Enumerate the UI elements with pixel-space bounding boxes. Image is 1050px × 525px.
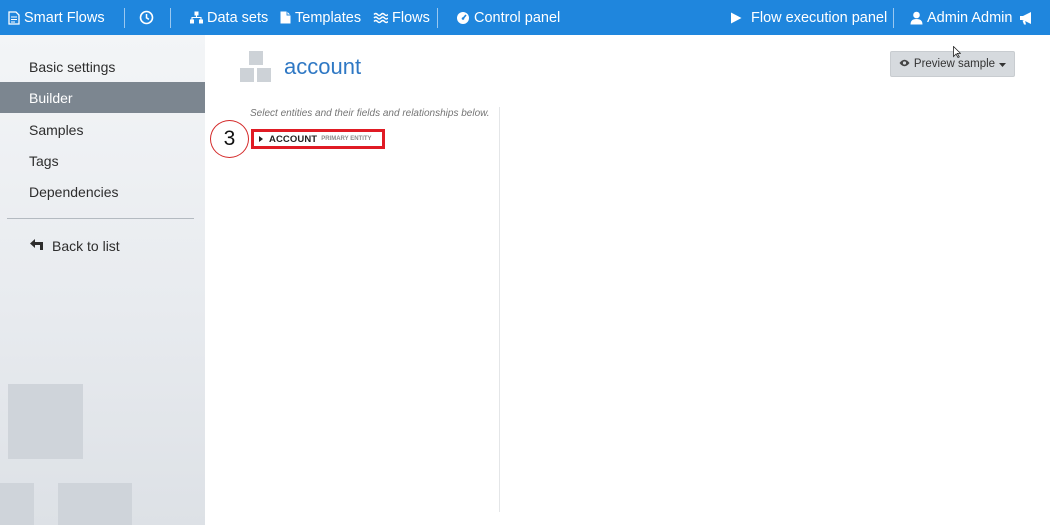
nav-flows[interactable]: Flows [373, 0, 430, 35]
nav-flow-execution-label: Flow execution panel [751, 9, 888, 26]
announcements-button[interactable] [1019, 0, 1035, 35]
decorative-square [8, 384, 83, 459]
caret-down-icon [999, 58, 1007, 70]
user-menu[interactable]: Admin Admin [910, 0, 1012, 35]
decorative-square [0, 483, 34, 525]
nav-templates-label: Templates [295, 9, 362, 26]
sidebar-item-samples[interactable]: Samples [0, 114, 205, 145]
nav-divider [170, 8, 171, 28]
nav-flow-execution[interactable]: Flow execution panel [730, 0, 887, 35]
nav-divider [893, 8, 894, 28]
back-arrow-icon [29, 238, 44, 255]
page-title: account [284, 54, 362, 79]
clock-icon [139, 10, 154, 25]
megaphone-icon [1019, 11, 1035, 25]
nav-datasets-label: Data sets [207, 9, 269, 26]
decorative-square [58, 483, 132, 525]
sidebar-divider [7, 218, 194, 219]
gauge-icon [456, 11, 470, 25]
brand-name: Smart Flows [24, 9, 105, 26]
back-to-list-label: Back to list [52, 238, 120, 254]
entity-account-row[interactable]: ACCOUNT PRIMARY ENTITY [251, 129, 385, 149]
user-name: Admin Admin [927, 9, 1013, 26]
top-nav: Smart Flows Data sets Templates Flows Co… [0, 0, 1050, 35]
panel-divider [499, 107, 500, 512]
nav-control-panel[interactable]: Control panel [456, 0, 560, 35]
entity-name: ACCOUNT [269, 133, 318, 145]
history-button[interactable] [139, 0, 154, 35]
nav-divider [437, 8, 438, 28]
nav-divider [124, 8, 125, 28]
document-icon [8, 10, 20, 25]
sidebar-item-basic-settings[interactable]: Basic settings [0, 51, 205, 82]
sidebar-item-dependencies[interactable]: Dependencies [0, 176, 205, 207]
waves-icon [373, 12, 388, 24]
step-marker: 3 [210, 120, 249, 158]
expand-arrow-icon[interactable] [259, 136, 263, 142]
sidebar: Basic settings Builder Samples Tags Depe… [0, 35, 205, 525]
nav-templates[interactable]: Templates [280, 0, 361, 35]
dataset-icon [240, 51, 271, 83]
nav-flows-label: Flows [392, 9, 430, 26]
nav-control-panel-label: Control panel [474, 9, 561, 26]
brand-link[interactable]: Smart Flows [8, 0, 105, 35]
sitemap-icon [190, 11, 203, 24]
sidebar-item-builder[interactable]: Builder [0, 82, 205, 113]
play-icon [730, 12, 742, 24]
user-icon [910, 11, 923, 25]
sidebar-item-tags[interactable]: Tags [0, 145, 205, 176]
file-icon [280, 11, 291, 24]
entity-tag: PRIMARY ENTITY [321, 136, 372, 142]
back-to-list-link[interactable]: Back to list [29, 235, 120, 257]
eye-icon [899, 58, 910, 70]
builder-hint: Select entities and their fields and rel… [250, 108, 490, 119]
nav-datasets[interactable]: Data sets [190, 0, 268, 35]
mouse-cursor-icon [953, 45, 962, 63]
